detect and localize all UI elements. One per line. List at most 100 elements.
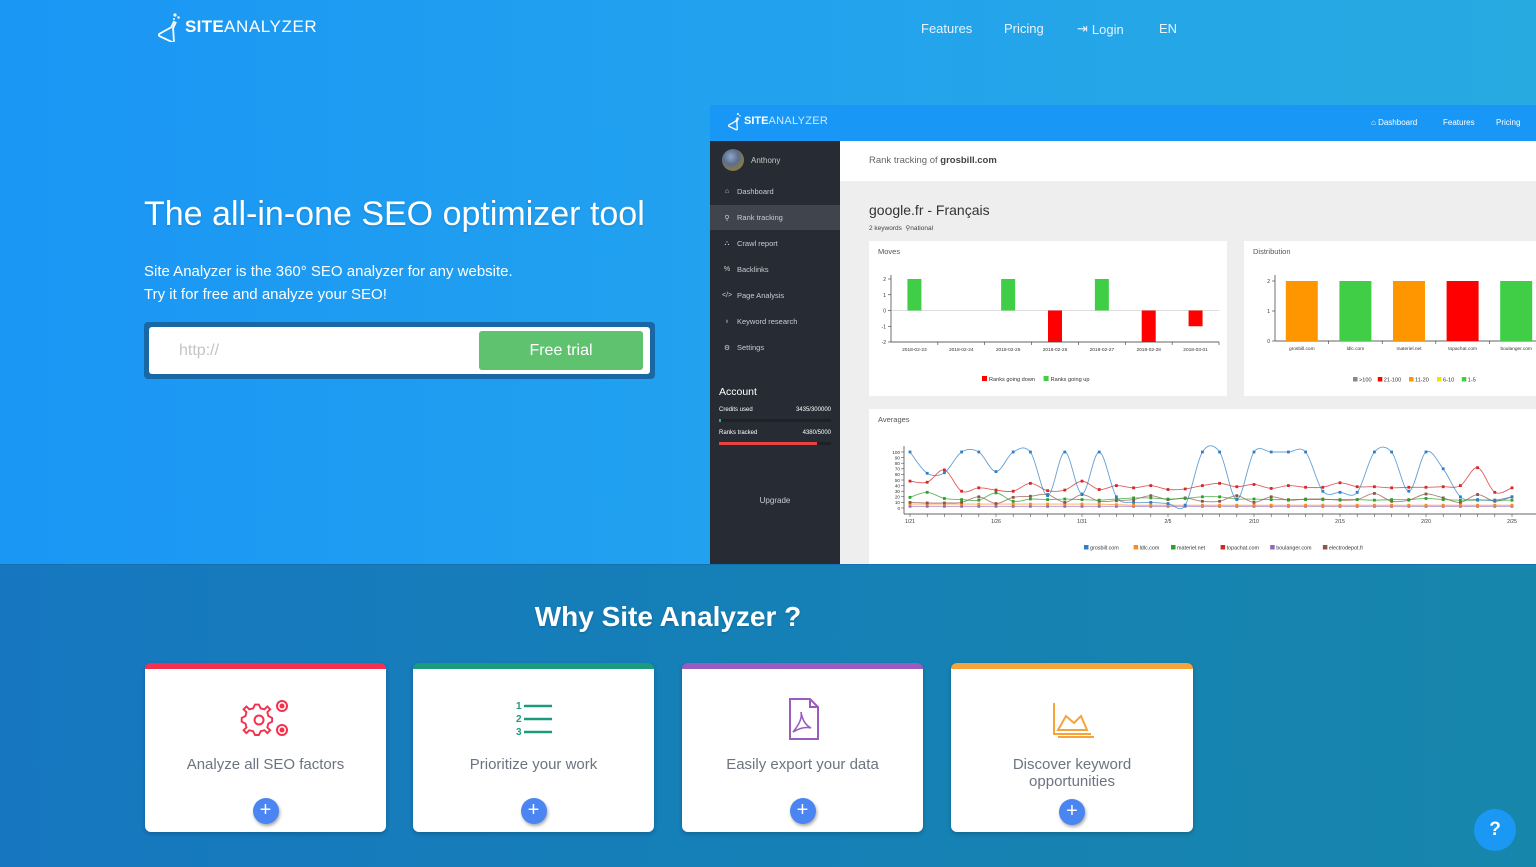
avg-data-point (1424, 492, 1428, 496)
avg-data-point (977, 450, 981, 454)
avg-data-point (1493, 498, 1497, 502)
nav-features-link[interactable]: Features (921, 21, 972, 36)
avg-data-point (1029, 502, 1032, 506)
avg-data-point (1510, 503, 1514, 507)
cogs-icon: ⚙ (723, 344, 731, 352)
avg-data-point (1063, 450, 1067, 454)
avg-legend-label: electrodepot.fr (1329, 546, 1364, 552)
avg-data-point (1183, 497, 1187, 500)
avg-x-tick-label: 1/31 (1077, 519, 1087, 525)
avg-data-point (908, 495, 912, 499)
avg-data-point (977, 495, 981, 499)
avg-data-point (1287, 503, 1290, 507)
help-button[interactable]: ? (1474, 809, 1516, 851)
moves-x-tick-label: 2018-02-27 (1090, 347, 1115, 353)
hero-subtitle-line-2: Try it for free and analyze your SEO! (144, 286, 387, 303)
feature-card-discover: Discover keyword opportunities + (951, 663, 1193, 832)
credits-row: Credits used 3435/300000 (719, 407, 831, 413)
dist-x-tick-label: boulanger.com (1500, 346, 1531, 352)
moves-bar (1001, 279, 1016, 311)
avg-series-line-materiel.net (909, 491, 1512, 502)
avg-data-point (1304, 450, 1307, 454)
keywords-count: 2 keywords (869, 225, 902, 232)
avg-y-tick-label: 40 (895, 483, 901, 488)
free-trial-button[interactable]: Free trial (479, 331, 643, 370)
avg-data-point (1510, 486, 1514, 490)
sidebar-item-label: Backlinks (737, 265, 769, 274)
flask-icon (158, 13, 180, 42)
avg-data-point (1269, 495, 1273, 499)
avg-data-point (1424, 450, 1428, 454)
avg-data-point (1373, 492, 1376, 495)
engine-meta: 2 keywords ⚲national (869, 224, 933, 232)
free-trial-form: Free trial (144, 322, 655, 379)
site-logo[interactable]: SITE ANALYZER (158, 12, 317, 42)
dist-bar (1339, 281, 1372, 341)
avg-data-point (1441, 485, 1445, 489)
avg-data-point (1218, 481, 1221, 485)
avg-data-point (1063, 497, 1067, 501)
dist-legend-swatch (1377, 377, 1383, 382)
avg-data-point (925, 490, 929, 494)
dist-y-tick-label: 1 (1267, 309, 1270, 315)
moves-legend-swatch (1043, 376, 1049, 381)
avg-data-point (1424, 503, 1428, 507)
avg-data-point (1115, 503, 1118, 507)
avg-data-point (1304, 485, 1307, 489)
nav-language-link[interactable]: EN (1159, 21, 1177, 36)
avg-data-point (925, 480, 929, 484)
avg-data-point (1029, 497, 1032, 501)
dist-legend-swatch (1353, 377, 1358, 382)
app-nav-pricing: Pricing (1496, 118, 1521, 127)
nav-pricing-link[interactable]: Pricing (1004, 21, 1044, 36)
avg-data-point (1476, 466, 1479, 470)
pdf-file-icon (788, 698, 819, 740)
hero-subtitle: Site Analyzer is the 360° SEO analyzer f… (144, 260, 513, 306)
avg-data-point (1252, 483, 1256, 486)
sidebar-item-settings: ⚙ Settings (710, 335, 840, 360)
avg-data-point (994, 470, 998, 473)
avg-data-point (1080, 498, 1084, 501)
url-input[interactable] (149, 327, 479, 374)
nav-login-link[interactable]: ⇥ Login (1077, 21, 1124, 37)
moves-y-tick-label: 0 (883, 309, 886, 315)
expand-plus-button[interactable]: + (252, 798, 279, 824)
avg-legend-swatch (1220, 545, 1226, 550)
app-preview-screenshot: SITE ANALYZER ⌂ Dashboard Features Pricin… (710, 105, 1536, 564)
credits-progress-fill (719, 419, 722, 422)
avg-data-point (1459, 503, 1462, 507)
avg-y-tick-label: 10 (895, 500, 901, 505)
dist-legend-swatch (1437, 377, 1442, 382)
expand-plus-button[interactable]: + (789, 798, 816, 824)
avg-data-point (1476, 503, 1479, 507)
avg-data-point (1373, 503, 1376, 507)
svg-text:2: 2 (516, 714, 522, 725)
avg-data-point (1493, 503, 1497, 507)
dist-legend-swatch (1409, 377, 1414, 382)
avg-data-point (1338, 481, 1342, 485)
avg-data-point (1269, 503, 1273, 507)
averages-panel: Averages 100 90 80 70 60 50 40 30 20 10 0 1/21 1/26 1… (869, 409, 1536, 564)
avg-data-point (943, 471, 946, 475)
avg-legend-swatch (1084, 545, 1089, 550)
avg-data-point (1149, 484, 1153, 487)
avg-data-point (1287, 450, 1290, 454)
avg-data-point (1321, 489, 1325, 493)
avg-x-tick-label: 2/10 (1249, 519, 1259, 525)
avg-data-point (960, 498, 963, 501)
avg-data-point (1304, 503, 1307, 507)
sidebar-item-label: Page Analysis (737, 291, 785, 300)
moves-bar (1094, 279, 1109, 311)
app-page-header: Rank tracking of grosbill.com (840, 141, 1536, 181)
moves-bar (1188, 310, 1203, 327)
avg-data-point (1218, 499, 1221, 503)
account-title: Account (719, 386, 757, 398)
avg-data-point (1011, 489, 1015, 493)
moves-x-tick-label: 2018-02-26 (1043, 347, 1068, 353)
expand-plus-button[interactable]: + (520, 798, 547, 824)
expand-plus-button[interactable]: + (1059, 799, 1085, 825)
dist-x-tick-label: materiel.net (1396, 346, 1422, 352)
avg-data-point (1149, 503, 1153, 507)
avg-data-point (1459, 484, 1462, 487)
avg-data-point (1287, 484, 1290, 487)
